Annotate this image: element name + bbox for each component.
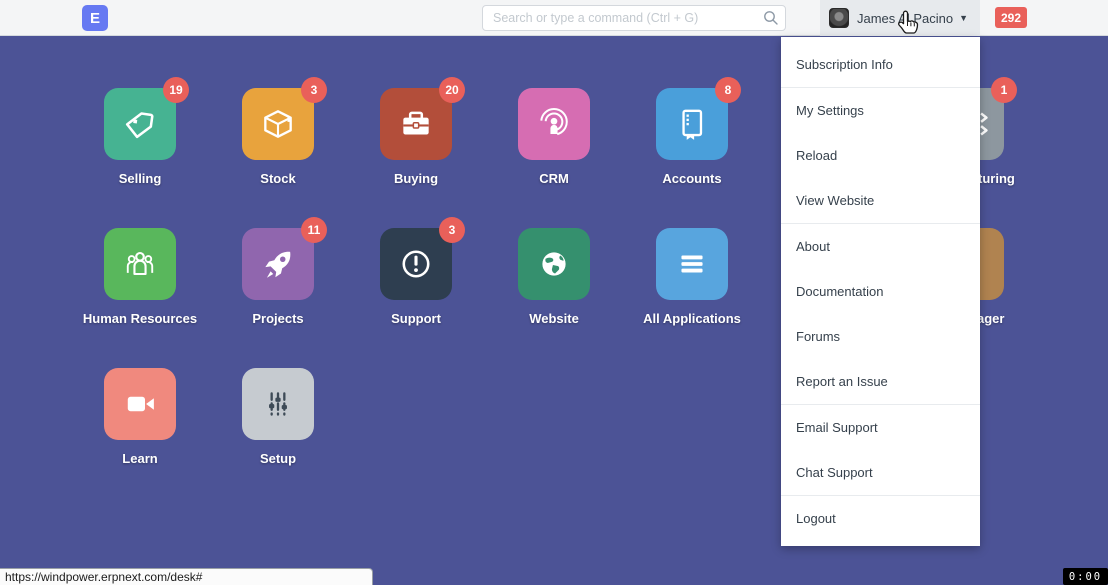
- menu-group: My Settings Reload View Website: [781, 87, 980, 223]
- tile-support[interactable]: 3 Support: [380, 228, 452, 338]
- sliders-icon: [259, 385, 297, 423]
- user-name: James Al Pacino: [857, 11, 953, 26]
- top-navbar: E James Al Pacino ▼ 292: [0, 0, 1108, 36]
- tile-icon: 3: [242, 88, 314, 160]
- video-camera-icon: [120, 384, 160, 424]
- tile-icon: [656, 228, 728, 300]
- tile-icon: 3: [380, 228, 452, 300]
- tile-icon: [104, 228, 176, 300]
- tile-label: Setup: [260, 451, 296, 466]
- app-logo[interactable]: E: [82, 5, 108, 31]
- box-icon: [259, 105, 297, 143]
- desk-page: E James Al Pacino ▼ 292 Subscription Inf…: [0, 0, 1108, 585]
- menu-group: Subscription Info: [781, 42, 980, 87]
- tile-human-resources[interactable]: Human Resources: [104, 228, 176, 338]
- briefcase-icon: [397, 105, 435, 143]
- tile-projects[interactable]: 11 Projects: [242, 228, 314, 338]
- tag-icon: [121, 105, 159, 143]
- tile-label: All Applications: [643, 311, 741, 326]
- tile-icon: 8: [656, 88, 728, 160]
- menu-group: Email Support Chat Support: [781, 404, 980, 495]
- count-badge: 8: [715, 77, 741, 103]
- alert-circle-icon: [396, 244, 436, 284]
- tile-label-partial: turing: [978, 171, 1015, 186]
- tile-icon: [518, 228, 590, 300]
- global-search: [482, 5, 786, 31]
- count-badge: 3: [301, 77, 327, 103]
- menu-item-reload[interactable]: Reload: [781, 133, 980, 178]
- recording-timer: 0:00: [1063, 568, 1108, 585]
- count-badge: 3: [439, 217, 465, 243]
- podcast-icon: [534, 104, 574, 144]
- notification-count-badge[interactable]: 292: [995, 7, 1027, 28]
- tile-icon: 19: [104, 88, 176, 160]
- tile-selling[interactable]: 19 Selling: [104, 88, 176, 198]
- tile-icon: [104, 368, 176, 440]
- tile-label: Projects: [252, 311, 303, 326]
- menu-bars-icon: [673, 245, 711, 283]
- tile-label: Learn: [122, 451, 157, 466]
- tile-label: Human Resources: [83, 311, 197, 326]
- user-dropdown-menu: Subscription Info My Settings Reload Vie…: [781, 37, 980, 546]
- browser-status-url: https://windpower.erpnext.com/desk#: [0, 568, 373, 585]
- tile-label: Stock: [260, 171, 295, 186]
- menu-item-chat-support[interactable]: Chat Support: [781, 450, 980, 495]
- menu-item-my-settings[interactable]: My Settings: [781, 88, 980, 133]
- menu-item-subscription-info[interactable]: Subscription Info: [781, 42, 980, 87]
- tile-label-partial: ager: [977, 311, 1004, 326]
- count-badge: 11: [301, 217, 327, 243]
- count-badge: 19: [163, 77, 189, 103]
- menu-item-forums[interactable]: Forums: [781, 314, 980, 359]
- search-icon: [763, 10, 779, 26]
- tile-setup[interactable]: Setup: [242, 368, 314, 478]
- tile-label: Accounts: [662, 171, 721, 186]
- tile-label: Selling: [119, 171, 162, 186]
- globe-icon: [535, 245, 573, 283]
- ledger-icon: [673, 105, 711, 143]
- menu-item-view-website[interactable]: View Website: [781, 178, 980, 223]
- search-input[interactable]: [482, 5, 786, 31]
- tile-label: CRM: [539, 171, 569, 186]
- tile-label: Support: [391, 311, 441, 326]
- tile-label: Website: [529, 311, 579, 326]
- tile-learn[interactable]: Learn: [104, 368, 176, 478]
- count-badge: 1: [991, 77, 1017, 103]
- tile-accounts[interactable]: 8 Accounts: [656, 88, 728, 198]
- tile-crm[interactable]: CRM: [518, 88, 590, 198]
- tile-icon: [518, 88, 590, 160]
- avatar: [829, 8, 849, 28]
- menu-item-logout[interactable]: Logout: [781, 496, 980, 541]
- tile-label: Buying: [394, 171, 438, 186]
- tile-icon: [242, 368, 314, 440]
- menu-group: About Documentation Forums Report an Iss…: [781, 223, 980, 404]
- tile-stock[interactable]: 3 Stock: [242, 88, 314, 198]
- count-badge: 20: [439, 77, 465, 103]
- chevron-down-icon: ▼: [959, 13, 968, 23]
- user-menu-toggle[interactable]: James Al Pacino ▼: [820, 0, 980, 36]
- menu-item-documentation[interactable]: Documentation: [781, 269, 980, 314]
- tile-website[interactable]: Website: [518, 228, 590, 338]
- menu-item-email-support[interactable]: Email Support: [781, 405, 980, 450]
- menu-item-report-an-issue[interactable]: Report an Issue: [781, 359, 980, 404]
- tile-icon: 20: [380, 88, 452, 160]
- menu-item-about[interactable]: About: [781, 224, 980, 269]
- tile-buying[interactable]: 20 Buying: [380, 88, 452, 198]
- tile-icon: 11: [242, 228, 314, 300]
- rocket-icon: [259, 245, 297, 283]
- menu-group: Logout: [781, 495, 980, 541]
- people-icon: [120, 244, 160, 284]
- tile-all-applications[interactable]: All Applications: [656, 228, 728, 338]
